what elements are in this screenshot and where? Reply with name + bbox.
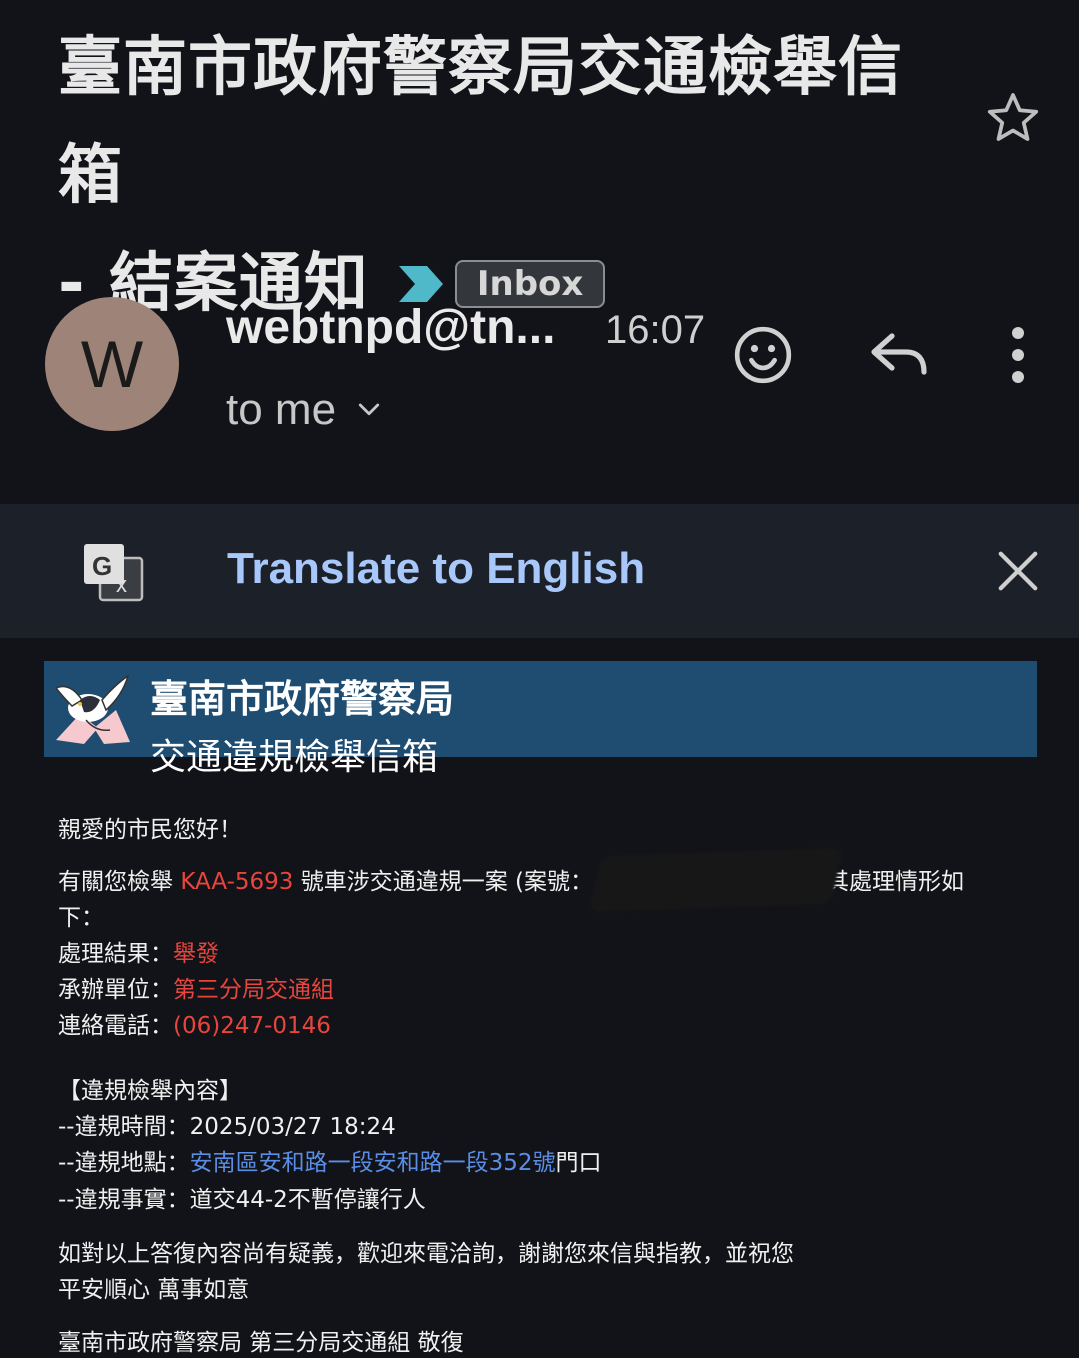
star-icon[interactable] (983, 88, 1043, 148)
section-title: 【違規檢舉內容】 (58, 1078, 242, 1104)
recipient-label: to me (226, 385, 337, 434)
signature: 臺南市政府警察局 第三分局交通組 敬復 (58, 1330, 464, 1356)
translate-bar: G x Translate to English (0, 504, 1079, 638)
recipient-details-toggle[interactable]: to me (226, 385, 384, 435)
sent-time: 16:07 (605, 308, 706, 352)
plate-number: KAA-5693 (180, 869, 294, 895)
close-icon[interactable] (995, 548, 1041, 594)
intro-paragraph: 有關您檢舉 KAA-5693 號車涉交通違規一案 (案號： ，其處理情形如 (58, 869, 965, 895)
violation-place-link[interactable]: 安南區安和路一段安和路一段352號 (190, 1150, 556, 1176)
importance-marker-icon[interactable] (397, 264, 445, 304)
phone-row: 連絡電話：(06)247-0146 (58, 1013, 331, 1039)
sender-avatar[interactable]: W (45, 297, 179, 431)
translate-to-english-button[interactable]: Translate to English (227, 544, 645, 594)
chevron-down-icon (358, 403, 380, 416)
smiley-icon[interactable] (732, 324, 794, 386)
email-subject: 臺南市政府警察局交通檢舉信箱 - 結案通知 Inbox (58, 14, 958, 338)
result-value: 舉發 (173, 941, 219, 967)
closing-line-1: 如對以上答復內容尚有疑義，歡迎來電洽詢，謝謝您來信與指教，並祝您 (58, 1241, 794, 1267)
svg-text:G: G (92, 551, 112, 581)
result-row: 處理結果：舉發 (58, 941, 219, 967)
intro-paragraph-cont: 下： (58, 905, 104, 931)
greeting: 親愛的市民您好！ (58, 817, 242, 843)
police-logo-icon (54, 674, 130, 744)
email-view: 臺南市政府警察局交通檢舉信箱 - 結案通知 Inbox W webtnpd@tn… (0, 0, 1079, 1358)
svg-text:x: x (116, 572, 127, 597)
subject-line-1: 臺南市政府警察局交通檢舉信箱 (58, 31, 903, 213)
violation-time-row: --違規時間：2025/03/27 18:24 (58, 1114, 396, 1140)
more-vert-icon[interactable] (1002, 325, 1034, 385)
violation-place-row: --違規地點：安南區安和路一段安和路一段352號門口 (58, 1150, 602, 1176)
banner-subtitle: 交通違規檢舉信箱 (150, 737, 439, 778)
violation-fact-row: --違規事實：道交44-2不暫停讓行人 (58, 1187, 426, 1213)
unit-row: 承辦單位：第三分局交通組 (58, 977, 334, 1003)
google-translate-icon: G x (84, 544, 144, 602)
closing-line-2: 平安順心 萬事如意 (58, 1277, 250, 1303)
phone-link[interactable]: (06)247-0146 (173, 1013, 331, 1039)
violation-fact: 道交44-2不暫停讓行人 (189, 1187, 426, 1213)
reply-icon[interactable] (868, 328, 932, 384)
sender-name[interactable]: webtnpd@tn... (226, 300, 555, 355)
banner-title: 臺南市政府警察局 (150, 677, 455, 721)
violation-time: 2025/03/27 18:24 (189, 1114, 396, 1140)
unit-value: 第三分局交通組 (173, 977, 334, 1003)
